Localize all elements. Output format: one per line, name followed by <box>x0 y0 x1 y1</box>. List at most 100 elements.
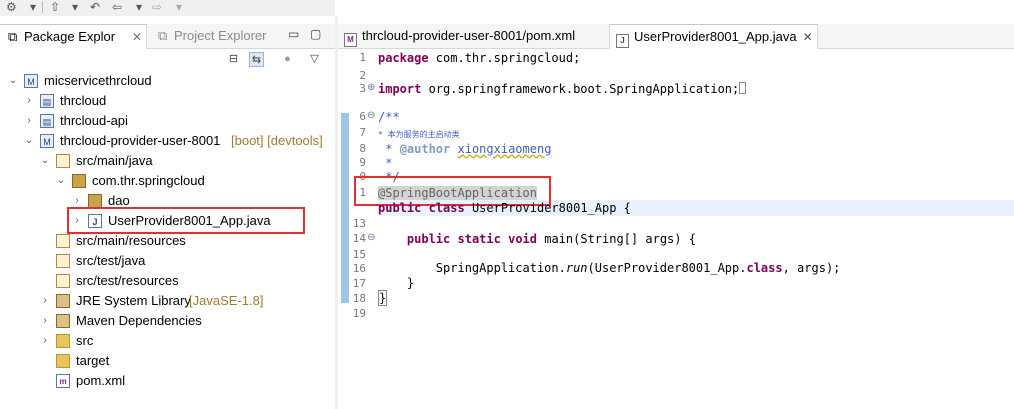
code-text: org.springframework.boot.SpringApplicati… <box>421 82 740 96</box>
chevron-right-icon[interactable]: › <box>40 331 50 351</box>
line-number-gutter: 1 2 3 ⊕ 6 ⊖ 7 8 9 0 1 13 14 ⊖ 15 16 17 1… <box>350 49 378 409</box>
code-text: (UserProvider8001_App. <box>587 261 747 275</box>
tree-item-label: src <box>76 333 94 348</box>
dropdown-arrow-icon[interactable]: ▾ <box>72 0 78 14</box>
package-icon <box>72 174 86 188</box>
tree-item-label: micservicethrcloud <box>44 73 152 88</box>
code-editor[interactable]: 1 2 3 ⊕ 6 ⊖ 7 8 9 0 1 13 14 ⊖ 15 16 17 1… <box>338 49 1014 409</box>
tab-package-explorer[interactable]: ⧉ Package Explor ✕ <box>0 24 147 49</box>
close-icon[interactable]: ✕ <box>132 25 142 49</box>
code-line: SpringApplication.run(UserProvider8001_A… <box>378 260 841 276</box>
tree-item-label: src/test/resources <box>76 273 179 288</box>
chevron-down-icon[interactable]: ⌄ <box>8 71 18 91</box>
library-icon <box>56 294 70 308</box>
change-indicator <box>341 113 349 303</box>
folder-icon <box>56 334 70 348</box>
tree-item-label: src/test/java <box>76 253 146 268</box>
folded-import-marker[interactable] <box>739 82 747 94</box>
toolbar-separator <box>42 1 43 13</box>
chevron-right-icon[interactable]: › <box>24 91 34 111</box>
minimize-icon[interactable]: ▭ <box>288 27 299 41</box>
navigate-up-icon[interactable]: ⇧ <box>50 0 60 14</box>
code-line: * @author xiongxiaomeng <box>378 141 551 157</box>
code-line: * 本为服务的主启动类 <box>378 125 460 141</box>
package-explorer-toolbar: ⊟ ⇆ ● ▽ <box>0 49 335 71</box>
code-line: package com.thr.springcloud; <box>378 50 580 66</box>
code-text: main(String[] args) { <box>537 232 696 246</box>
debug-icon[interactable]: ⚙ <box>6 0 17 14</box>
tree-item-label: src/main/resources <box>76 233 186 248</box>
code-text: } <box>406 276 415 290</box>
tab-java-file[interactable]: J UserProvider8001_App.java ✕ <box>609 24 818 49</box>
java-file-icon: J <box>616 34 629 48</box>
library-icon <box>56 314 70 328</box>
line-number: 6 <box>359 110 366 123</box>
source-folder-icon <box>56 274 70 288</box>
line-number: 13 <box>352 217 366 230</box>
fold-expand-icon[interactable]: ⊕ <box>367 82 375 93</box>
code-keyword: package <box>378 51 429 65</box>
line-number: 9 <box>359 156 366 169</box>
folder-icon <box>56 354 70 368</box>
overview-ruler <box>338 49 350 409</box>
tab-project-explorer[interactable]: ⧉ Project Explorer <box>150 24 266 48</box>
line-number: 17 <box>352 277 366 290</box>
close-icon[interactable]: ✕ <box>803 30 813 44</box>
focus-icon[interactable]: ● <box>280 52 295 67</box>
code-comment: * <box>378 142 400 156</box>
code-text: com.thr.springcloud; <box>428 51 581 65</box>
highlight-box <box>67 207 305 234</box>
back-icon[interactable]: ⇦ <box>112 0 122 14</box>
line-number: 3 <box>359 82 366 95</box>
tree-item-label: target <box>76 353 110 368</box>
source-folder-icon <box>56 254 70 268</box>
line-number: 7 <box>359 126 366 139</box>
line-number: 15 <box>352 248 366 261</box>
code-keyword: public <box>406 232 451 246</box>
dropdown-arrow-icon[interactable]: ▾ <box>30 0 36 14</box>
left-view-tabbar: ⧉ Package Explor ✕ ⧉ Project Explorer <box>0 24 335 49</box>
code-area[interactable]: package com.thr.springcloud; import org.… <box>354 49 1014 409</box>
forward-icon[interactable]: ⇨ <box>152 0 162 14</box>
maven-pom-icon: M <box>344 33 357 47</box>
dropdown-arrow-icon[interactable]: ▾ <box>136 0 142 14</box>
chevron-down-icon[interactable]: ⌄ <box>40 151 50 171</box>
code-line: } <box>378 290 388 306</box>
code-keyword: static <box>457 232 501 246</box>
fold-collapse-icon[interactable]: ⊖ <box>367 232 375 243</box>
maven-pom-icon: m <box>56 374 70 388</box>
collapse-all-icon[interactable]: ⊟ <box>226 52 241 67</box>
view-menu-icon[interactable]: ▽ <box>307 52 322 67</box>
fold-collapse-icon[interactable]: ⊖ <box>367 110 375 121</box>
code-line: public class UserProvider8001_App { <box>378 200 631 216</box>
chevron-right-icon[interactable]: › <box>40 311 50 331</box>
line-number: 1 <box>359 51 366 64</box>
line-number: 16 <box>352 262 366 275</box>
line-number: 2 <box>359 69 366 82</box>
chevron-down-icon[interactable]: ⌄ <box>24 131 34 151</box>
chevron-right-icon[interactable]: › <box>24 111 34 131</box>
line-number: 18 <box>352 292 366 305</box>
code-line: /** <box>378 110 400 124</box>
boot-project-icon: M <box>40 134 54 148</box>
maximize-icon[interactable]: ▢ <box>310 27 321 41</box>
code-keyword: class <box>428 201 465 215</box>
link-with-editor-icon[interactable]: ⇆ <box>249 52 264 67</box>
project-icon: ▤ <box>40 114 54 128</box>
dropdown-arrow-icon[interactable]: ▾ <box>176 0 182 14</box>
chevron-down-icon[interactable]: ⌄ <box>56 171 66 191</box>
editor-tabbar: Mthrcloud-provider-user-8001/pom.xml J Us… <box>338 24 1014 49</box>
project-explorer-icon: ⧉ <box>158 28 168 43</box>
tree-item-label: com.thr.springcloud <box>92 173 205 188</box>
tree-item-label: JRE System Library <box>76 293 191 308</box>
line-number: 19 <box>352 307 366 320</box>
tree-item-label: thrcloud <box>60 93 107 108</box>
code-method: run <box>565 261 588 275</box>
code-text: UserProvider8001_App { <box>464 201 631 215</box>
code-line: import org.springframework.boot.SpringAp… <box>378 81 747 97</box>
last-edit-icon[interactable]: ↶ <box>90 0 100 14</box>
tab-project-explorer-label: Project Explorer <box>174 28 267 43</box>
chevron-right-icon[interactable]: › <box>40 291 50 311</box>
tab-pom-xml[interactable]: Mthrcloud-provider-user-8001/pom.xml <box>338 24 604 48</box>
code-line: public static void main(String[] args) { <box>378 231 696 247</box>
